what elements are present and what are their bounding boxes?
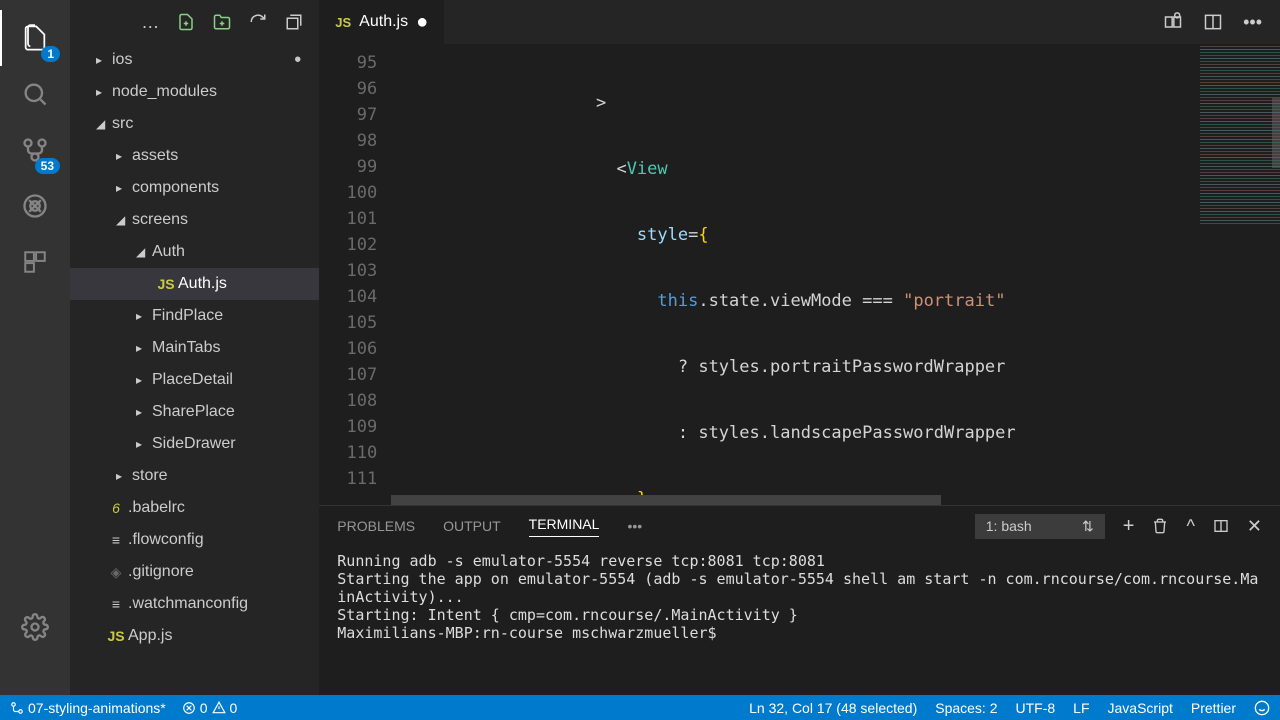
tree-folder-screens[interactable]: ◢screens <box>70 204 319 236</box>
status-prettier[interactable]: Prettier <box>1191 700 1236 716</box>
js-file-icon: JS <box>335 15 351 30</box>
tab-bar: JS Auth.js ● ••• <box>319 0 1280 44</box>
dirty-indicator-icon: ● <box>416 11 428 34</box>
tree-file-auth-js[interactable]: JS Auth.js <box>70 268 319 300</box>
compare-icon[interactable] <box>1163 12 1183 32</box>
panel-tabs: PROBLEMS OUTPUT TERMINAL ••• 1: bash ⇅ +… <box>319 506 1280 546</box>
status-encoding[interactable]: UTF-8 <box>1016 700 1056 716</box>
terminal-output[interactable]: Running adb -s emulator-5554 reverse tcp… <box>319 546 1280 695</box>
kill-terminal-icon[interactable] <box>1152 518 1168 534</box>
activity-bar: 1 53 <box>0 0 70 695</box>
editor-body[interactable]: 959697 9899100 101102103 104105106 10710… <box>319 44 1280 505</box>
gitignore-file-icon: ◈ <box>106 564 126 581</box>
new-file-icon[interactable] <box>177 13 195 31</box>
status-spaces[interactable]: Spaces: 2 <box>935 700 997 716</box>
status-feedback-icon[interactable] <box>1254 700 1270 716</box>
tree-file-app-js[interactable]: JS App.js <box>70 620 319 652</box>
js-file-icon: JS <box>156 276 176 292</box>
tree-file-watchmanconfig[interactable]: ≡ .watchmanconfig <box>70 588 319 620</box>
status-eol[interactable]: LF <box>1073 700 1089 716</box>
new-folder-icon[interactable] <box>213 13 231 31</box>
horizontal-scrollbar[interactable] <box>391 495 1190 505</box>
file-tree[interactable]: ▸ios • ▸node_modules ◢src ▸assets ▸compo… <box>70 44 319 695</box>
tree-file-gitignore[interactable]: ◈ .gitignore <box>70 556 319 588</box>
config-file-icon: ≡ <box>106 532 126 548</box>
terminal-select[interactable]: 1: bash ⇅ <box>975 514 1105 539</box>
modified-dot-icon: • <box>294 49 301 72</box>
line-number-gutter: 959697 9899100 101102103 104105106 10710… <box>319 44 391 505</box>
panel-more-icon[interactable]: ••• <box>627 518 642 534</box>
tree-folder-maintabs[interactable]: ▸MainTabs <box>70 332 319 364</box>
search-icon[interactable] <box>0 66 70 122</box>
tab-auth-js[interactable]: JS Auth.js ● <box>319 0 445 44</box>
tree-folder-assets[interactable]: ▸assets <box>70 140 319 172</box>
explorer-icon[interactable]: 1 <box>0 10 70 66</box>
settings-gear-icon[interactable] <box>0 599 70 655</box>
tree-folder-src[interactable]: ◢src <box>70 108 319 140</box>
tree-folder-store[interactable]: ▸store <box>70 460 319 492</box>
status-bar: 07-styling-animations* 0 0 Ln 32, Col 17… <box>0 695 1280 720</box>
refresh-icon[interactable] <box>249 13 267 31</box>
tab-output[interactable]: OUTPUT <box>443 518 501 534</box>
tree-folder-components[interactable]: ▸components <box>70 172 319 204</box>
config-file-icon: ≡ <box>106 596 126 612</box>
minimap[interactable] <box>1200 44 1280 505</box>
extensions-icon[interactable] <box>0 234 70 290</box>
status-errors[interactable]: 0 0 <box>182 700 238 716</box>
tree-file-flowconfig[interactable]: ≡ .flowconfig <box>70 524 319 556</box>
chevron-updown-icon: ⇅ <box>1082 518 1094 535</box>
more-actions-icon[interactable]: ••• <box>1243 12 1262 33</box>
toggle-panel-icon[interactable] <box>1213 518 1229 534</box>
debug-icon[interactable] <box>0 178 70 234</box>
status-language[interactable]: JavaScript <box>1108 700 1173 716</box>
editor-area: JS Auth.js ● ••• 959697 9899100 10110210… <box>319 0 1280 695</box>
maximize-panel-icon[interactable]: ^ <box>1186 516 1194 537</box>
tree-folder-node-modules[interactable]: ▸node_modules <box>70 76 319 108</box>
scm-badge: 53 <box>35 158 60 174</box>
babel-file-icon: 6 <box>106 500 126 516</box>
sidebar: … ▸ios • ▸node_modules ◢src <box>70 0 319 695</box>
tree-folder-findplace[interactable]: ▸FindPlace <box>70 300 319 332</box>
split-editor-icon[interactable] <box>1203 12 1223 32</box>
tree-folder-auth[interactable]: ◢Auth <box>70 236 319 268</box>
tree-folder-shareplace[interactable]: ▸SharePlace <box>70 396 319 428</box>
tree-folder-ios[interactable]: ▸ios • <box>70 44 319 76</box>
tab-problems[interactable]: PROBLEMS <box>337 518 415 534</box>
tree-folder-sidedrawer[interactable]: ▸SideDrawer <box>70 428 319 460</box>
panel: PROBLEMS OUTPUT TERMINAL ••• 1: bash ⇅ +… <box>319 505 1280 695</box>
status-branch[interactable]: 07-styling-animations* <box>10 700 166 716</box>
source-control-icon[interactable]: 53 <box>0 122 70 178</box>
tab-title: Auth.js <box>359 13 408 31</box>
tree-file-babelrc[interactable]: 6 .babelrc <box>70 492 319 524</box>
js-file-icon: JS <box>106 628 126 644</box>
explorer-badge: 1 <box>41 46 60 62</box>
close-panel-icon[interactable]: ✕ <box>1247 516 1262 537</box>
new-terminal-icon[interactable]: + <box>1123 515 1135 538</box>
editor-title-actions: ••• <box>1163 0 1280 44</box>
tab-terminal[interactable]: TERMINAL <box>529 516 600 537</box>
collapse-all-icon[interactable] <box>285 13 303 31</box>
more-icon[interactable]: … <box>141 12 159 33</box>
code-content[interactable]: > <View style={ this.state.viewMode === … <box>391 44 1200 505</box>
tree-folder-placedetail[interactable]: ▸PlaceDetail <box>70 364 319 396</box>
sidebar-header: … <box>70 0 319 44</box>
status-cursor[interactable]: Ln 32, Col 17 (48 selected) <box>749 700 917 716</box>
